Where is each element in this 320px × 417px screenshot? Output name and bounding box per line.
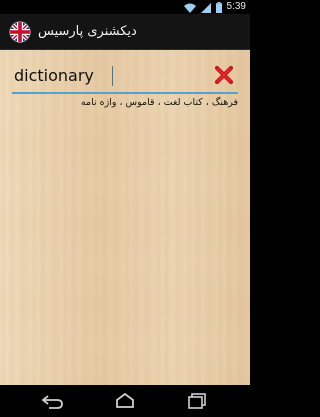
- search-input[interactable]: [14, 62, 204, 90]
- status-bar: 5:39: [0, 0, 250, 14]
- home-icon[interactable]: [112, 392, 138, 410]
- search-row: [12, 62, 238, 94]
- close-icon[interactable]: [214, 65, 234, 85]
- uk-flag-icon[interactable]: [9, 21, 31, 43]
- status-icons: 5:39: [183, 1, 246, 13]
- text-caret: [112, 66, 113, 86]
- status-time: 5:39: [226, 1, 246, 12]
- recent-apps-icon[interactable]: [184, 392, 210, 410]
- search-underline: [12, 92, 238, 94]
- content-area: فرهنگ ، کتاب لغت ، قاموس ، واژه نامه: [0, 50, 250, 385]
- action-bar: دیکشنری پارسیس: [0, 14, 250, 50]
- translation-result: فرهنگ ، کتاب لغت ، قاموس ، واژه نامه: [80, 97, 238, 108]
- navigation-bar: [0, 385, 250, 417]
- back-icon[interactable]: [40, 392, 66, 410]
- app-title: دیکشنری پارسیس: [38, 24, 137, 39]
